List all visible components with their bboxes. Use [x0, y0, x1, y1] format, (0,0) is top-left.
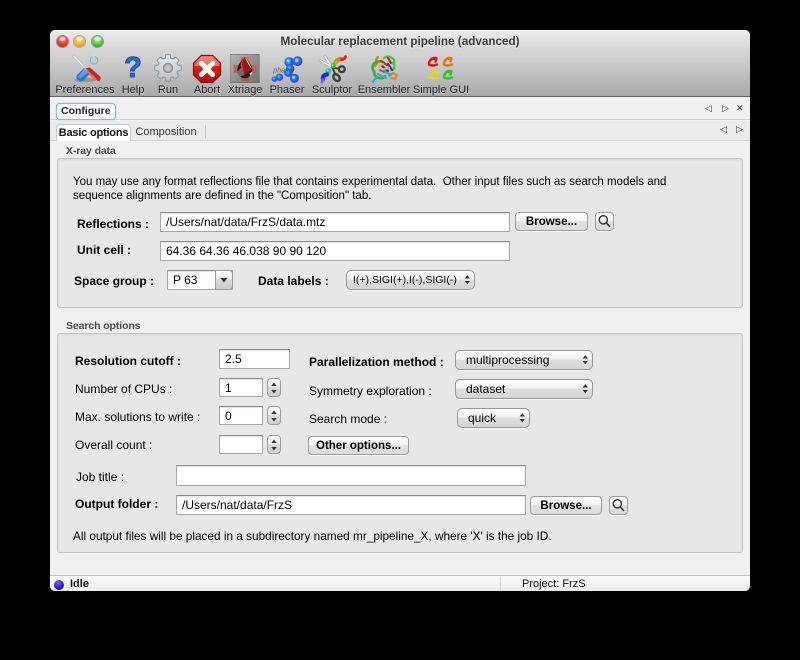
- svg-text:phaser: phaser: [272, 68, 295, 75]
- svg-text:?: ?: [124, 54, 142, 82]
